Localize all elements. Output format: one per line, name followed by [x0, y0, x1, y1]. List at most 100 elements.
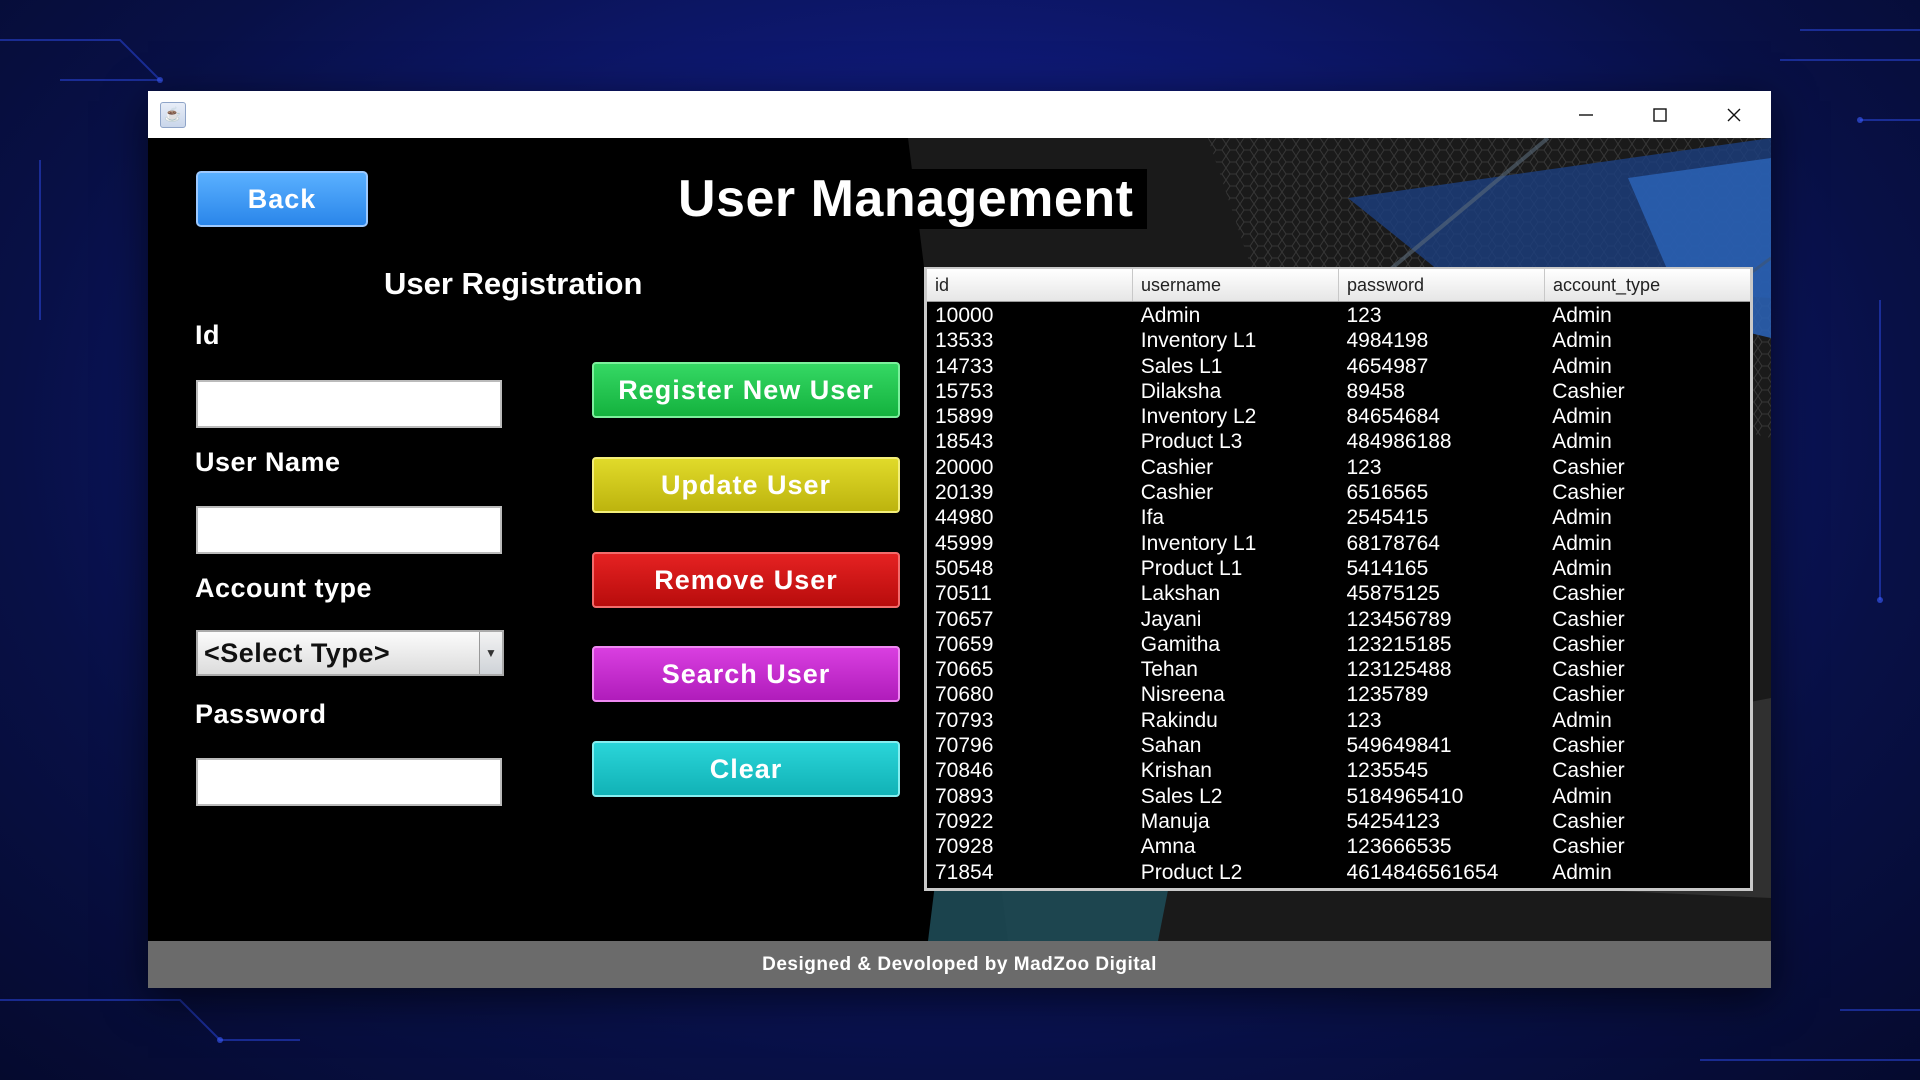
cell-id: 70657	[935, 607, 994, 631]
cell-id: 70796	[935, 734, 994, 758]
cell-account-type: Admin	[1552, 531, 1612, 555]
register-user-button[interactable]: Register New User	[592, 362, 900, 418]
cell-account-type: Cashier	[1552, 379, 1625, 403]
cell-username: Gamitha	[1140, 632, 1221, 656]
cell-password: 1235789	[1346, 683, 1429, 707]
account-type-select[interactable]: <Select Type> ▼	[196, 630, 504, 676]
main-panel: Back User Management User Registration I…	[148, 138, 1771, 941]
cell-password: 4984198	[1346, 329, 1429, 353]
clear-button[interactable]: Clear	[592, 741, 900, 797]
cell-id: 70893	[935, 784, 994, 808]
cell-username: Lakshan	[1140, 582, 1221, 606]
cell-id: 10000	[935, 304, 994, 327]
id-field[interactable]	[196, 380, 502, 428]
table-row[interactable]: 70922 Manuja 54254123 Cashier	[927, 809, 1750, 834]
cell-password: 68178764	[1346, 531, 1440, 555]
cell-password: 123	[1346, 708, 1382, 732]
column-header-account-type[interactable]: account_type	[1545, 269, 1750, 301]
table-row[interactable]: 70659 Gamitha 123215185 Cashier	[927, 632, 1750, 657]
search-user-button[interactable]: Search User	[592, 646, 900, 702]
cell-account-type: Admin	[1552, 784, 1612, 808]
cell-password: 123	[1346, 304, 1382, 327]
table-row[interactable]: 71854 Product L2 4614846561654 Admin	[927, 860, 1750, 885]
cell-account-type: Cashier	[1552, 809, 1625, 833]
close-icon	[1727, 108, 1741, 121]
table-row[interactable]: 44980 Ifa 2545415 Admin	[927, 505, 1750, 530]
table-row[interactable]: 70680 Nisreena 1235789 Cashier	[927, 682, 1750, 707]
table-row[interactable]: 15899 Inventory L2 84654684 Admin	[927, 404, 1750, 429]
table-row[interactable]: 70793 Rakindu 123 Admin	[927, 708, 1750, 733]
table-row[interactable]: 70511 Lakshan 45875125 Cashier	[927, 581, 1750, 606]
cell-password: 45875125	[1346, 582, 1440, 606]
update-user-button[interactable]: Update User	[592, 457, 900, 513]
cell-account-type: Cashier	[1552, 759, 1625, 783]
cell-password: 123	[1346, 455, 1382, 479]
password-field[interactable]	[196, 758, 502, 806]
cell-username: Jayani	[1140, 607, 1202, 631]
cell-username: Inventory L1	[1140, 329, 1257, 353]
table-row[interactable]: 70846 Krishan 1235545 Cashier	[927, 758, 1750, 783]
cell-password: 4654987	[1346, 354, 1429, 378]
column-header-username[interactable]: username	[1133, 269, 1339, 301]
cell-id: 70846	[935, 759, 994, 783]
table-row[interactable]: 45999 Inventory L1 68178764 Admin	[927, 531, 1750, 556]
back-button[interactable]: Back	[196, 171, 368, 227]
cell-id: 70793	[935, 708, 994, 732]
cell-id: 18543	[935, 430, 994, 454]
cell-id: 15899	[935, 405, 994, 429]
table-row[interactable]: 10000 Admin 123 Admin	[927, 303, 1750, 328]
username-field[interactable]	[196, 506, 502, 554]
chevron-down-icon[interactable]: ▼	[479, 632, 502, 674]
minimize-icon	[1579, 113, 1593, 116]
cell-account-type: Cashier	[1552, 835, 1625, 859]
username-label: User Name	[195, 447, 341, 477]
cell-account-type: Admin	[1552, 430, 1612, 454]
table-body: 10000 Admin 123 Admin 13533 Inventory L1 49841…	[927, 302, 1750, 885]
table-row[interactable]: 70893 Sales L2 5184965410 Admin	[927, 784, 1750, 809]
cell-id: 71854	[935, 860, 994, 884]
cell-id: 20139	[935, 481, 994, 505]
table-row[interactable]: 20000 Cashier 123 Cashier	[927, 455, 1750, 480]
password-label: Password	[195, 699, 327, 729]
table-row[interactable]: 50548 Product L1 5414165 Admin	[927, 556, 1750, 581]
cell-account-type: Admin	[1552, 304, 1612, 327]
table-row[interactable]: 70657 Jayani 123456789 Cashier	[927, 607, 1750, 632]
title-bar: ☕	[148, 91, 1771, 138]
cell-id: 70928	[935, 835, 994, 859]
window-controls	[1549, 91, 1771, 138]
java-icon: ☕	[160, 101, 186, 128]
table-row[interactable]: 14733 Sales L1 4654987 Admin	[927, 354, 1750, 379]
table-row[interactable]: 18543 Product L3 484986188 Admin	[927, 429, 1750, 454]
column-header-password[interactable]: password	[1339, 269, 1545, 301]
cell-account-type: Cashier	[1552, 607, 1625, 631]
cell-password: 1235545	[1346, 759, 1429, 783]
table-row[interactable]: 70796 Sahan 549649841 Cashier	[927, 733, 1750, 758]
cell-id: 70665	[935, 658, 994, 682]
cell-account-type: Cashier	[1552, 658, 1625, 682]
minimize-button[interactable]	[1549, 91, 1623, 138]
cell-username: Rakindu	[1140, 708, 1218, 732]
column-header-id[interactable]: id	[927, 269, 1133, 301]
table-row[interactable]: 70928 Amna 123666535 Cashier	[927, 834, 1750, 859]
cell-username: Product L1	[1140, 556, 1243, 580]
close-button[interactable]	[1697, 91, 1771, 138]
cell-username: Cashier	[1140, 455, 1214, 479]
users-table[interactable]: id username password account_type 10000 A…	[924, 267, 1753, 891]
table-row[interactable]: 13533 Inventory L1 4984198 Admin	[927, 328, 1750, 353]
cell-username: Manuja	[1140, 809, 1210, 833]
cell-account-type: Cashier	[1552, 481, 1625, 505]
cell-account-type: Admin	[1552, 860, 1612, 884]
cell-id: 13533	[935, 329, 994, 353]
maximize-button[interactable]	[1623, 91, 1697, 138]
footer-credit: Designed & Devoloped by MadZoo Digital	[148, 941, 1771, 988]
table-row[interactable]: 70665 Tehan 123125488 Cashier	[927, 657, 1750, 682]
cell-account-type: Admin	[1552, 506, 1612, 530]
remove-user-button[interactable]: Remove User	[592, 552, 900, 608]
cell-id: 70922	[935, 809, 994, 833]
table-row[interactable]: 15753 Dilaksha 89458 Cashier	[927, 379, 1750, 404]
cell-password: 89458	[1346, 379, 1405, 403]
cell-id: 44980	[935, 506, 994, 530]
cell-password: 2545415	[1346, 506, 1429, 530]
table-row[interactable]: 20139 Cashier 6516565 Cashier	[927, 480, 1750, 505]
cell-account-type: Cashier	[1552, 455, 1625, 479]
